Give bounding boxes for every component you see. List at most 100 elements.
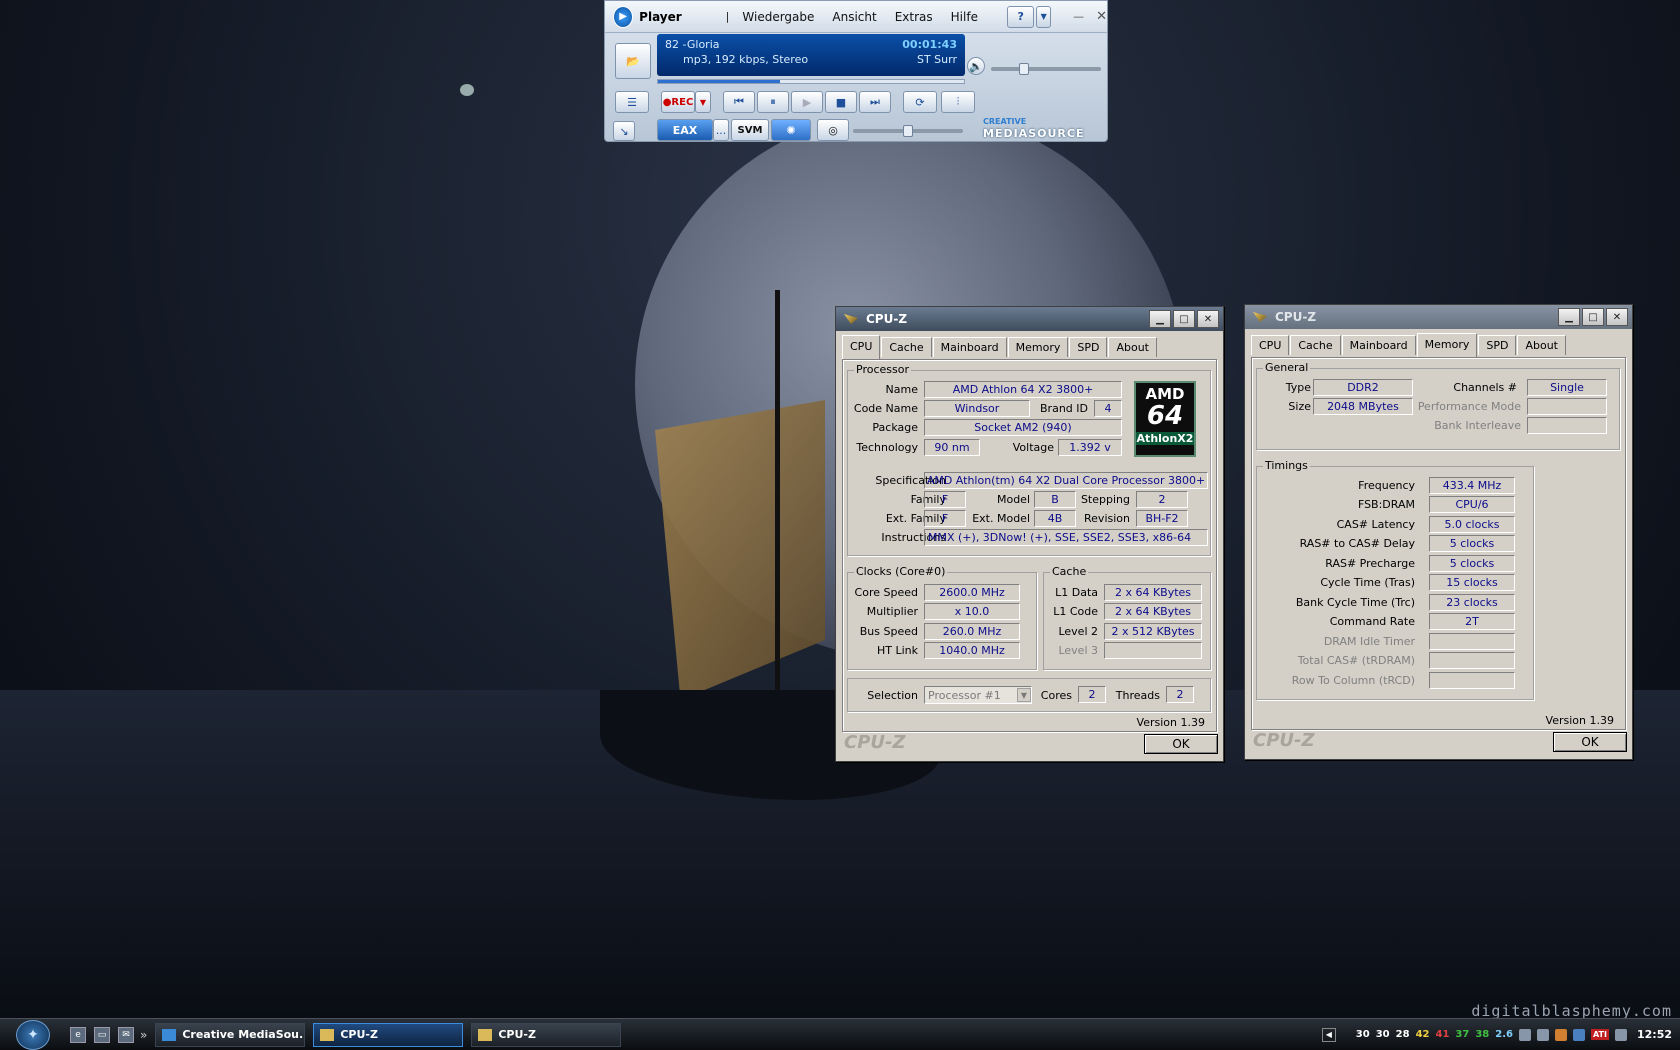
ship-mast (775, 290, 780, 720)
creative-brand-bottom: MEDIASOURCE (983, 127, 1085, 140)
channels-label: Channels # (1453, 381, 1517, 394)
tab-spd[interactable]: SPD (1478, 335, 1517, 355)
core-speed-label: Core Speed (854, 586, 918, 599)
volume-knob[interactable] (1019, 63, 1029, 75)
close-icon[interactable]: ✕ (1606, 308, 1628, 326)
tab-mainboard[interactable]: Mainboard (932, 337, 1007, 357)
tab-strip: CPU Cache Mainboard Memory SPD About (1251, 333, 1567, 357)
volume-slider[interactable] (991, 63, 1101, 75)
player-logo-icon[interactable]: ▶ (613, 5, 634, 28)
sound-mode: ST Surr (916, 53, 957, 66)
cmss-icon[interactable]: ◎ (817, 119, 849, 141)
quicklaunch-ie-icon[interactable]: e (70, 1026, 86, 1043)
mini-mode-icon[interactable]: ↘ (613, 121, 635, 141)
tab-spd[interactable]: SPD (1069, 337, 1108, 357)
quicklaunch-more-icon[interactable]: » (140, 1028, 147, 1042)
ok-button[interactable]: OK (1553, 732, 1627, 752)
stop-icon[interactable]: ■ (825, 91, 857, 113)
open-folder-icon[interactable]: 📂 (615, 43, 651, 79)
menu-hilfe[interactable]: Hilfe (951, 10, 978, 24)
tab-cpu[interactable]: CPU (842, 335, 881, 359)
maximize-icon[interactable]: □ (1173, 310, 1195, 328)
next-track-icon[interactable]: ⏭ (859, 91, 891, 113)
record-button[interactable]: ●REC (661, 91, 695, 113)
cpuz-app-icon (844, 314, 858, 324)
effects-icon[interactable]: ✺ (771, 119, 811, 141)
tray-device-icon[interactable] (1518, 1028, 1531, 1041)
track-time: 00:01:43 (902, 38, 957, 51)
tab-mainboard[interactable]: Mainboard (1341, 335, 1416, 355)
logo-line: AthlonX2 (1136, 432, 1194, 445)
volume-icon[interactable]: 🔈 (967, 57, 985, 75)
window-title: CPU-Z (866, 312, 908, 326)
close-icon[interactable]: ✕ (1197, 310, 1219, 328)
tab-memory[interactable]: Memory (1416, 333, 1478, 357)
group-label: Processor (854, 363, 911, 376)
minimize-icon[interactable]: ▁ (1558, 308, 1580, 326)
start-button[interactable]: ✦ (16, 1019, 50, 1050)
tray-volume-icon[interactable] (1572, 1028, 1585, 1041)
minimize-icon[interactable]: ▁ (1149, 310, 1171, 328)
record-dropdown-icon[interactable]: ▼ (695, 91, 711, 113)
close-icon[interactable]: ✕ (1096, 9, 1107, 24)
equalizer-icon[interactable]: ⫶ (941, 91, 975, 113)
ship-sail (655, 400, 825, 700)
desktop: digitalblasphemy.com ▶ Player | Wiederga… (0, 0, 1680, 1018)
maximize-icon[interactable]: □ (1582, 308, 1604, 326)
group-label: Cache (1050, 565, 1089, 578)
pause-icon[interactable]: ⏸ (757, 91, 789, 113)
task-cpuz-2[interactable]: CPU-Z (471, 1022, 622, 1047)
menu-ansicht[interactable]: Ansicht (832, 10, 876, 24)
tray-expand-icon[interactable]: ◀ (1321, 1027, 1336, 1042)
family-value: F (924, 491, 966, 508)
eax-more-button[interactable]: ... (713, 119, 729, 141)
seek-bar[interactable] (657, 79, 965, 84)
processor-select[interactable]: Processor #1 ▼ (924, 686, 1032, 704)
multiplier-label: Multiplier (866, 605, 918, 618)
menu-wiedergabe[interactable]: Wiedergabe (742, 10, 814, 24)
media-player-task-icon (162, 1028, 177, 1041)
total-cas-value (1429, 652, 1515, 669)
tab-cache[interactable]: Cache (881, 337, 932, 357)
balance-slider[interactable] (853, 125, 963, 137)
repeat-icon[interactable]: ⟳ (903, 91, 937, 113)
quicklaunch-messenger-icon[interactable]: ✉ (118, 1026, 134, 1043)
chevron-down-icon: ▼ (1017, 688, 1031, 702)
tab-about[interactable]: About (1517, 335, 1566, 355)
specification-value: AMD Athlon(tm) 64 X2 Dual Core Processor… (924, 472, 1208, 489)
voltage-label: Voltage (1012, 441, 1054, 454)
player-display: 82 -Gloria 00:01:43 mp3, 192 kbps, Stereo… (657, 34, 965, 76)
menu-extras[interactable]: Extras (895, 10, 933, 24)
ok-button[interactable]: OK (1144, 734, 1218, 754)
window-titlebar[interactable]: CPU-Z ▁ □ ✕ (836, 307, 1223, 331)
cpuz-memory-window: CPU-Z ▁ □ ✕ CPU Cache Mainboard Memory S… (1244, 304, 1633, 760)
tray-security-icon[interactable] (1554, 1028, 1567, 1041)
help-button[interactable]: ? (1006, 5, 1035, 28)
tab-cpu[interactable]: CPU (1251, 335, 1290, 355)
balance-knob[interactable] (903, 125, 913, 137)
tray-ati-icon[interactable]: ATI (1590, 1029, 1609, 1040)
tab-memory[interactable]: Memory (1007, 337, 1069, 357)
frequency-value: 433.4 MHz (1429, 477, 1515, 494)
svm-button[interactable]: SVM (731, 119, 769, 141)
ras-precharge-label: RAS# Precharge (1325, 557, 1415, 570)
help-dropdown-icon[interactable]: ▼ (1036, 5, 1052, 28)
tray-display-icon[interactable] (1614, 1028, 1627, 1041)
player-name: Player (639, 9, 682, 24)
player-menubar: ▶ Player | Wiedergabe Ansicht Extras Hil… (605, 1, 1107, 33)
previous-track-icon[interactable]: ⏮ (723, 91, 755, 113)
task-media-player[interactable]: Creative MediaSou... (155, 1022, 306, 1047)
tab-cache[interactable]: Cache (1290, 335, 1341, 355)
eax-button[interactable]: EAX (657, 119, 713, 141)
tab-about[interactable]: About (1108, 337, 1157, 357)
play-icon[interactable]: ▶ (791, 91, 823, 113)
cycle-time-label: Cycle Time (Tras) (1320, 576, 1415, 589)
window-titlebar[interactable]: CPU-Z ▁ □ ✕ (1245, 305, 1632, 329)
tray-network-icon[interactable] (1536, 1028, 1549, 1041)
quicklaunch-desktop-icon[interactable]: ▭ (94, 1026, 110, 1043)
playlist-icon[interactable]: ☰ (615, 91, 649, 113)
tray-clock[interactable]: 12:52 (1637, 1028, 1672, 1041)
minimize-icon[interactable]: — (1073, 10, 1084, 23)
task-cpuz-1[interactable]: CPU-Z (313, 1022, 464, 1047)
wallpaper-watermark: digitalblasphemy.com (1471, 1002, 1672, 1018)
